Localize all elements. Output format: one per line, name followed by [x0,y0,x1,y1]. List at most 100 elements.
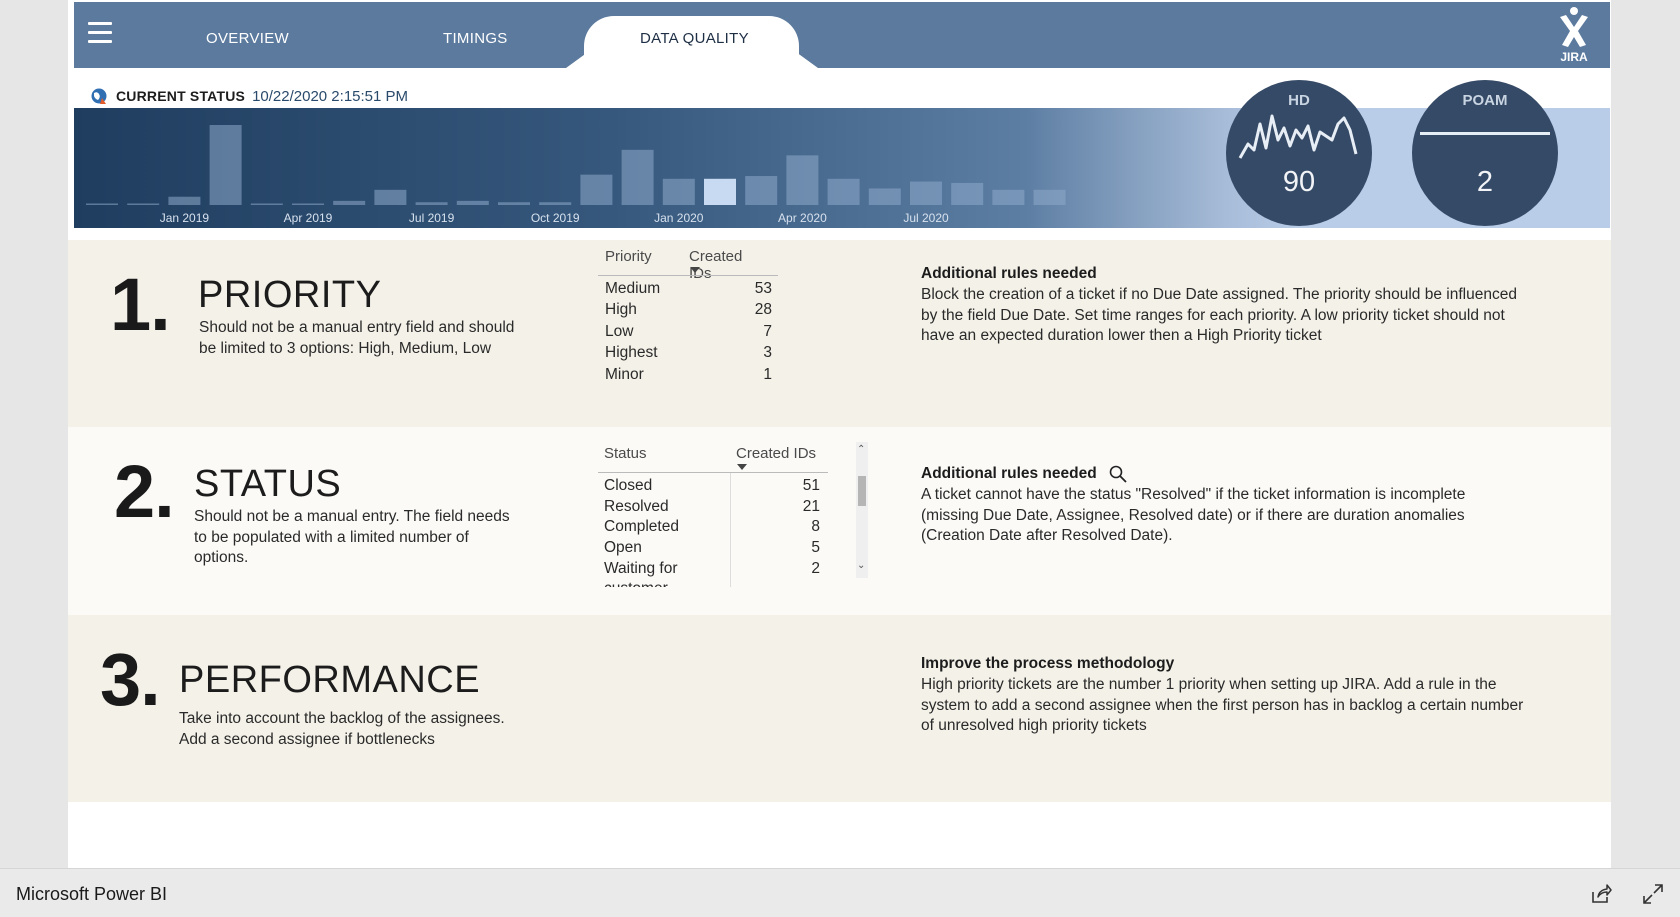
sort-desc-icon[interactable] [690,267,700,273]
table-row-value: 2 [811,560,820,577]
menu-icon[interactable] [88,22,112,44]
current-status-label: CURRENT STATUS [116,88,246,104]
column-header-created-ids[interactable]: Created IDs [689,248,742,282]
jira-logo: JIRA [1560,7,1588,63]
gauge-poam-title: POAM [1462,92,1508,109]
timeline-bar[interactable] [621,149,654,205]
section-title: STATUS [194,463,342,505]
desc-line: to be populated with a limited number of [194,528,469,546]
rule-body: Block the creation of a ticket if no Due… [921,285,1551,347]
desc-line: options. [194,549,249,566]
timeline-bar[interactable] [539,202,572,205]
expand-icon[interactable] [1642,883,1664,905]
report-nav-bar: OVERVIEW TIMINGS DATA QUALITY JIRA [74,2,1610,70]
table-row-value: 3 [763,344,772,361]
table-row-name-overflow: customer [604,580,668,587]
status-table[interactable]: Status Created IDs Closed 51 Resolved 21… [598,427,898,587]
section-number: 3. [100,638,161,721]
tab-timings[interactable]: TIMINGS [443,30,508,47]
rule-body: A ticket cannot have the status "Resolve… [921,485,1551,547]
gauge-poam[interactable]: POAM 2 [1412,80,1558,226]
table-row-value: 5 [811,539,820,556]
share-icon[interactable] [1590,883,1612,905]
column-header-created-ids[interactable]: Created IDs [736,445,816,462]
timeline-bar[interactable] [250,203,283,206]
rule-line: (missing Due Date, Assignee, Resolved da… [921,506,1465,524]
timeline-bar[interactable] [456,200,489,205]
scroll-thumb[interactable] [858,476,866,506]
current-status-line: CURRENT STATUS 10/22/2020 2:15:51 PM [90,85,408,107]
tab-overview[interactable]: OVERVIEW [206,30,289,47]
desc-line: be limited to 3 options: High, Medium, L… [199,339,492,357]
section-title: PRIORITY [198,274,382,316]
table-row-value: 21 [802,498,820,515]
table-row-name: Waiting for [604,560,678,577]
timeline-bar[interactable] [86,203,118,206]
rule-line: High priority tickets are the number 1 p… [921,676,1497,693]
timeline-bar[interactable] [415,202,448,205]
rule-title: Additional rules needed [921,265,1097,282]
timeline-bar[interactable] [292,203,324,206]
search-icon[interactable] [1108,464,1128,484]
timeline-chart[interactable]: Jan 2019 Apr 2019 Jul 2019 Oct 2019 Jan 2020… [74,108,1074,228]
scroll-down-icon[interactable]: ⌄ [857,560,865,571]
desc-line: Add a second assignee if bottlenecks [179,730,435,748]
rule-line: system to add a second assignee when the… [921,696,1524,714]
globe-icon [91,88,107,104]
timeline-tick-label: Jul 2019 [409,211,455,225]
section-description: Take into account the backlog of the ass… [179,709,505,750]
sort-desc-icon[interactable] [737,464,747,470]
timeline-bar[interactable] [745,176,778,205]
tab-curve-left [566,52,588,68]
rule-line: have an expected duration lower then a H… [921,327,1322,344]
timeline-bar[interactable] [704,178,736,205]
status-table-scrollbar[interactable]: ⌃ ⌄ [856,442,868,578]
rule-title: Additional rules needed [921,465,1097,482]
table-row-value: 51 [802,477,820,494]
timeline-tick-label: Jan 2019 [160,211,210,225]
column-header-priority[interactable]: Priority [605,248,652,265]
timeline-tick-label: Oct 2019 [531,211,580,225]
timeline-bar[interactable] [374,189,407,205]
tab-curve-right [796,52,818,68]
rule-title: Improve the process methodology [921,655,1175,672]
timeline-tick-label: Jan 2020 [654,211,704,225]
timeline-bar[interactable] [127,203,160,206]
timeline-tick-label: Apr 2019 [284,211,333,225]
gauge-hd-title: HD [1288,92,1310,109]
rule-line: (Creation Date after Resolved Date). [921,527,1173,544]
tab-data-quality-label[interactable]: DATA QUALITY [640,30,749,47]
timeline-bar[interactable] [498,202,530,205]
timeline-bar[interactable] [951,182,984,205]
table-row-value: 53 [754,280,772,297]
timeline-bar[interactable] [992,189,1025,205]
timeline-bar[interactable] [868,188,901,205]
timeline-bar[interactable] [662,178,695,205]
timeline-bar[interactable] [1033,189,1066,205]
table-row-value: 28 [754,301,772,318]
gauge-hd[interactable]: HD 90 [1226,80,1372,226]
rule-line: by the field Due Date. Set time ranges f… [921,306,1505,324]
timeline-bar[interactable] [580,174,613,205]
timeline-bar[interactable] [168,196,201,205]
table-row-name: Resolved [604,498,669,515]
header-divider [598,472,828,473]
table-row-name: Completed [604,518,679,535]
timeline-bar[interactable] [786,155,819,205]
timeline-bar[interactable] [333,200,366,205]
rule-line: of unresolved high priority tickets [921,717,1147,734]
timeline-bar[interactable] [827,178,860,205]
desc-line: Take into account the backlog of the ass… [179,710,505,727]
app-name: Microsoft Power BI [16,884,168,904]
desc-line: Should not be a manual entry. The field … [194,508,510,525]
timeline-bar[interactable] [910,181,942,205]
table-row-name: Open [604,539,642,556]
rule-line: A ticket cannot have the status "Resolve… [921,486,1466,503]
column-header-status[interactable]: Status [604,445,647,462]
timeline-bar[interactable] [209,125,242,205]
scroll-up-icon[interactable]: ⌃ [857,444,865,455]
sparkline-icon [1238,114,1358,159]
table-row-name: Medium [605,280,661,297]
gauge-hd-value: 90 [1282,166,1316,198]
table-row-name: High [605,301,637,318]
